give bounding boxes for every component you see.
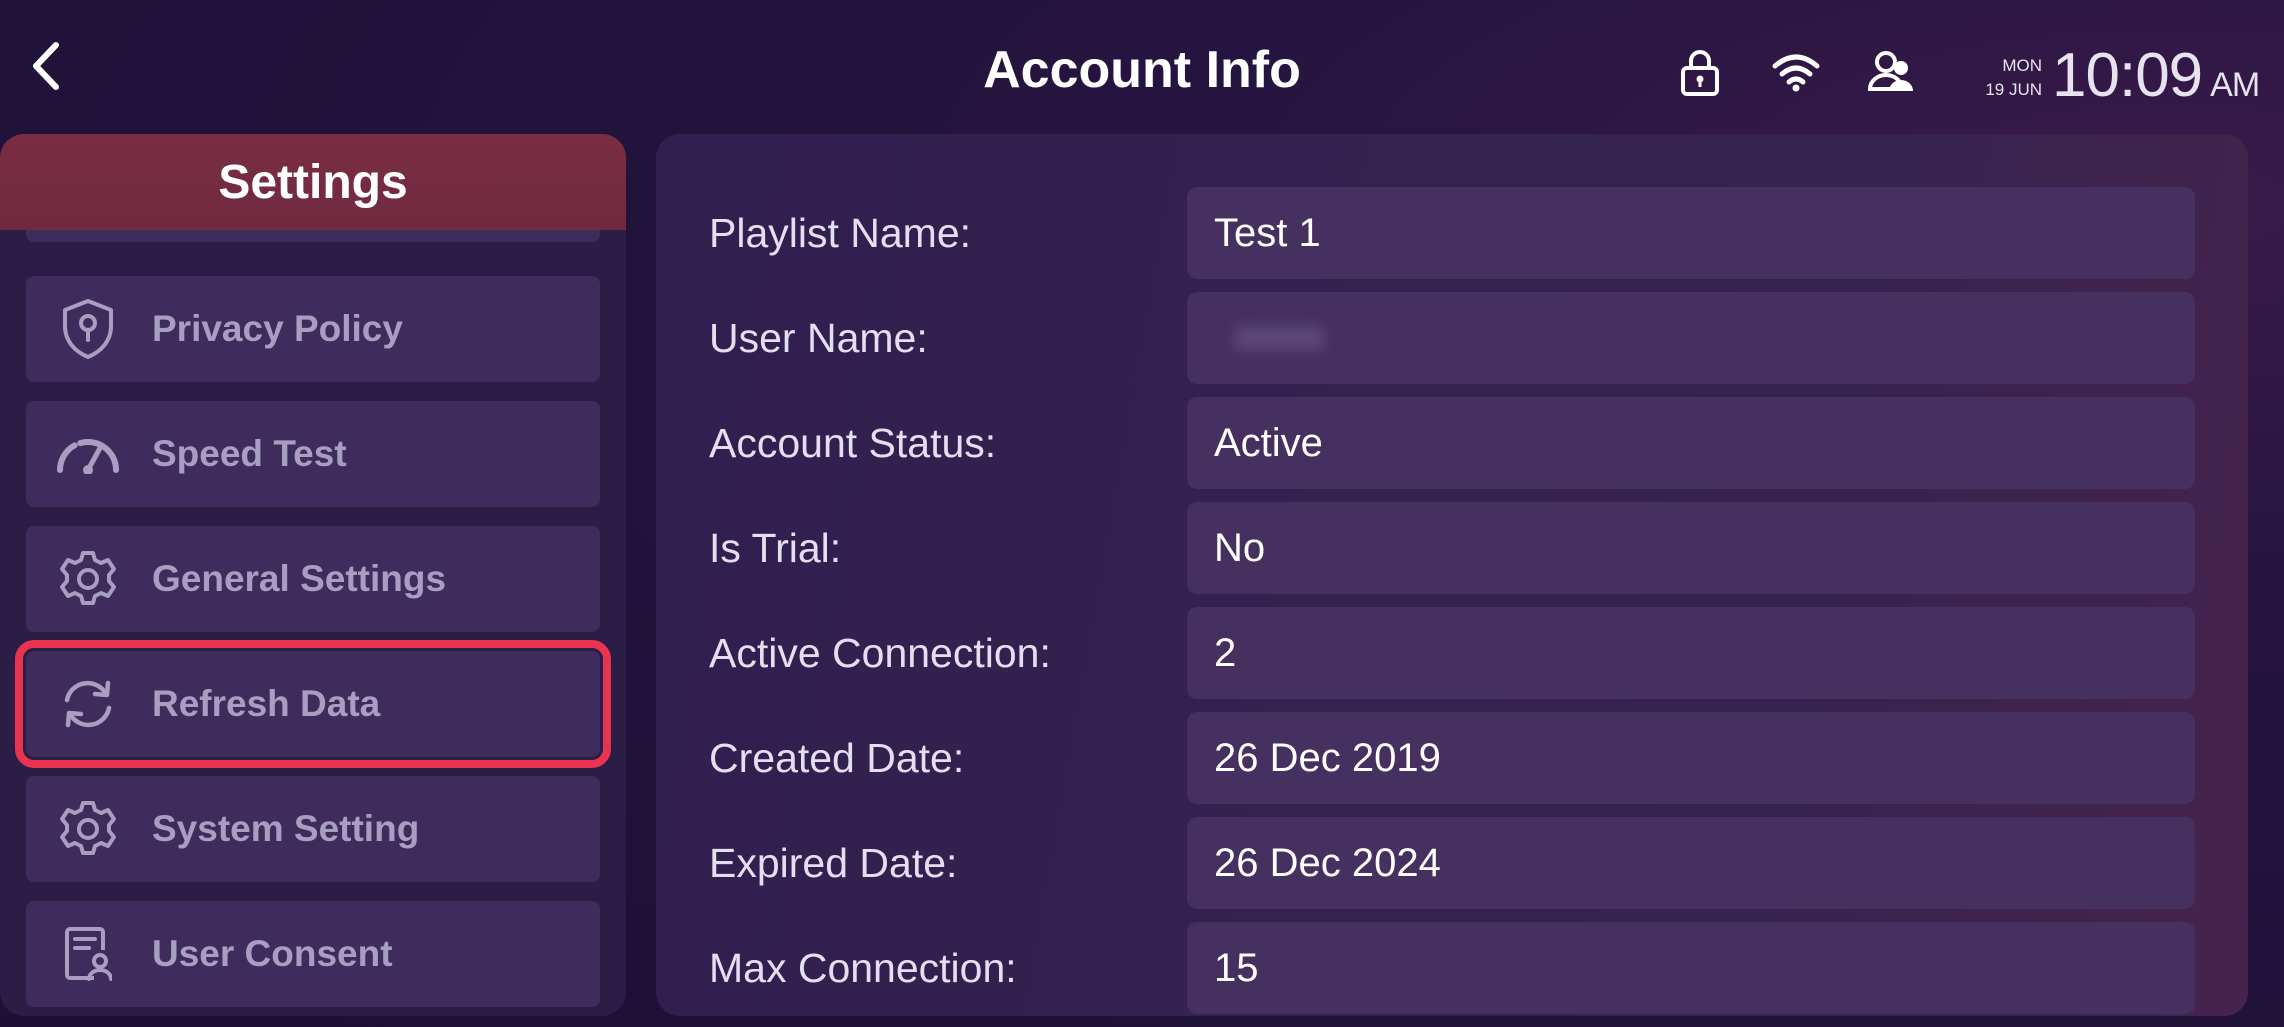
info-row-active-connection: Active Connection: 2	[656, 607, 2248, 699]
blurred-user-name	[1234, 326, 1324, 350]
wifi-icon[interactable]	[1768, 44, 1824, 100]
info-row-expired-date: Expired Date: 26 Dec 2024	[656, 817, 2248, 909]
sidebar-item-label: Privacy Policy	[152, 308, 403, 349]
date-display: MON 19 JUN	[1962, 54, 2042, 102]
info-label: User Name:	[709, 314, 928, 361]
created-date-field: 26 Dec 2019	[1187, 712, 2195, 804]
gear-icon	[56, 547, 120, 611]
playlist-name-field: Test 1	[1187, 187, 2195, 279]
info-row-created-date: Created Date: 26 Dec 2019	[656, 712, 2248, 804]
sidebar-item-label: General Settings	[152, 558, 447, 599]
sidebar-item-speed-test[interactable]: Speed Test	[26, 401, 600, 507]
info-label: Playlist Name:	[709, 209, 972, 256]
sidebar-item-general-settings[interactable]: General Settings	[26, 526, 600, 632]
info-label: Max Connection:	[709, 944, 1017, 991]
shield-icon	[56, 297, 120, 361]
sidebar-title: Settings	[0, 134, 626, 230]
back-button[interactable]	[24, 34, 68, 98]
sidebar-item-user-consent[interactable]: User Consent	[26, 901, 600, 1007]
info-label: Created Date:	[709, 734, 965, 781]
sidebar-item-label: Speed Test	[152, 433, 347, 474]
info-label: Active Connection:	[709, 629, 1051, 676]
sidebar-item-refresh-data[interactable]: Refresh Data	[15, 640, 611, 768]
chevron-left-icon	[33, 42, 59, 90]
is-trial-field: No	[1187, 502, 2195, 594]
info-value-text: 26 Dec 2024	[1214, 840, 1441, 885]
active-connection-field: 2	[1187, 607, 2195, 699]
info-label: Account Status:	[709, 419, 997, 466]
info-row-is-trial: Is Trial: No	[656, 502, 2248, 594]
refresh-icon	[56, 672, 120, 736]
max-connection-field: 15	[1187, 922, 2195, 1014]
user-name-field	[1187, 292, 2195, 384]
settings-sidebar: Settings Privacy Policy Speed Test Gener…	[0, 134, 626, 1016]
sidebar-item-label: System Setting	[152, 808, 420, 849]
info-value-text: Active	[1214, 420, 1323, 465]
info-row-playlist-name: Playlist Name: Test 1	[656, 187, 2248, 279]
sidebar-item-system-setting[interactable]: System Setting	[26, 776, 600, 882]
sidebar-item-label: Refresh Data	[152, 683, 381, 724]
info-value-text: 15	[1214, 945, 1259, 990]
expired-date-field: 26 Dec 2024	[1187, 817, 2195, 909]
clock-ampm: AM	[2210, 66, 2260, 104]
status-bar	[1672, 44, 1920, 100]
document-user-icon	[56, 922, 120, 986]
users-icon[interactable]	[1864, 44, 1920, 100]
info-value-text: Test 1	[1214, 210, 1321, 255]
info-value-text: 2	[1214, 630, 1237, 675]
info-value-text: 26 Dec 2019	[1214, 735, 1441, 780]
info-label: Is Trial:	[709, 524, 842, 571]
account-info-screen: Account Info MON 19 JUN 10:09 AM Setting…	[0, 0, 2284, 1027]
info-label: Expired Date:	[709, 839, 958, 886]
sidebar-item-partial[interactable]	[26, 230, 600, 242]
date-day: MON	[2002, 56, 2042, 75]
speedometer-icon	[56, 422, 120, 486]
account-info-panel: Playlist Name: Test 1 User Name: Account…	[656, 134, 2248, 1016]
info-row-max-connection: Max Connection: 15	[656, 922, 2248, 1014]
sidebar-item-label: User Consent	[152, 933, 393, 974]
date-date: 19 JUN	[1985, 80, 2042, 99]
clock: 10:09 AM	[2052, 40, 2260, 111]
info-row-account-status: Account Status: Active	[656, 397, 2248, 489]
sidebar-item-privacy-policy[interactable]: Privacy Policy	[26, 276, 600, 382]
lock-icon[interactable]	[1672, 44, 1728, 100]
gear-icon	[56, 797, 120, 861]
account-status-field: Active	[1187, 397, 2195, 489]
page-title: Account Info	[983, 41, 1301, 99]
clock-time: 10:09	[2052, 41, 2203, 110]
info-row-user-name: User Name:	[656, 292, 2248, 384]
info-value-text: No	[1214, 525, 1266, 570]
sidebar-list: Privacy Policy Speed Test General Settin…	[15, 276, 611, 1016]
